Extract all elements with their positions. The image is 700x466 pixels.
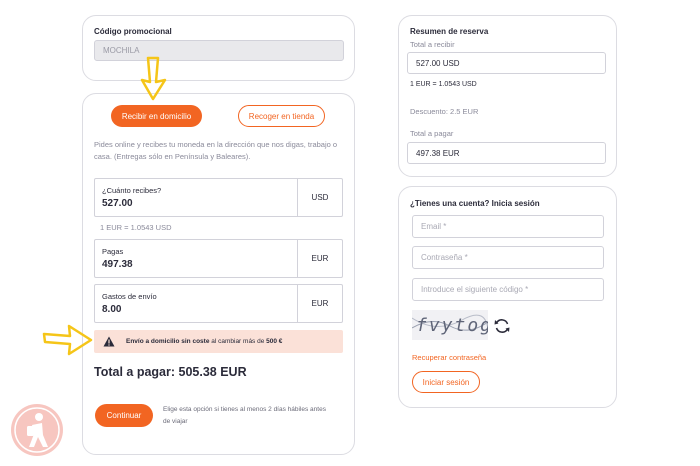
shipping-label: Gastos de envío bbox=[102, 292, 157, 301]
email-field[interactable]: Email * bbox=[412, 215, 604, 238]
login-button[interactable]: Iniciar sesión bbox=[412, 371, 480, 393]
login-card: ¿Tienes una cuenta? Inicia sesión Email … bbox=[398, 186, 617, 408]
captcha-text: fvytog bbox=[416, 315, 488, 336]
receive-currency: USD bbox=[297, 179, 342, 216]
captcha-image: fvytog bbox=[412, 310, 488, 340]
continue-button[interactable]: Continuar bbox=[95, 404, 153, 427]
summary-receive-label: Total a recibir bbox=[410, 40, 455, 49]
shipping-value: 8.00 bbox=[102, 304, 122, 315]
total-to-pay: Total a pagar: 505.38 EUR bbox=[94, 365, 247, 379]
pay-currency: EUR bbox=[297, 240, 342, 277]
shipping-cost-box: Gastos de envío 8.00 EUR bbox=[94, 284, 343, 323]
summary-rate: 1 EUR = 1.0543 USD bbox=[410, 81, 477, 88]
recover-password-link[interactable]: Recuperar contraseña bbox=[412, 353, 486, 362]
notice-amount: 500 € bbox=[266, 338, 283, 345]
summary-discount: Descuento: 2.5 EUR bbox=[410, 107, 479, 116]
promo-code-field[interactable]: MOCHILA bbox=[94, 40, 344, 61]
summary-receive-field: 527.00 USD bbox=[407, 52, 606, 74]
refresh-icon[interactable] bbox=[493, 317, 511, 335]
promo-label: Código promocional bbox=[94, 27, 172, 36]
free-shipping-notice: Envío a domicilio sin coste al cambiar m… bbox=[94, 330, 343, 353]
pay-value: 497.38 bbox=[102, 259, 133, 270]
warning-icon bbox=[103, 336, 115, 347]
notice-middle: al cambiar más de bbox=[209, 338, 267, 345]
pay-amount-box[interactable]: Pagas 497.38 EUR bbox=[94, 239, 343, 278]
brand-logo-icon bbox=[11, 404, 63, 456]
captcha-code-field[interactable]: Introduce el siguiente código * bbox=[412, 278, 604, 301]
pointer-arrow-down-icon bbox=[140, 56, 167, 101]
summary-card: Resumen de reserva Total a recibir 527.0… bbox=[398, 15, 617, 177]
password-field[interactable]: Contraseña * bbox=[412, 246, 604, 269]
notice-bold: Envío a domicilio sin coste bbox=[126, 338, 210, 345]
delivery-description: Pides online y recibes tu moneda en la d… bbox=[94, 140, 338, 161]
summary-pay-field: 497.38 EUR bbox=[407, 142, 606, 164]
receive-label: ¿Cuánto recibes? bbox=[102, 186, 162, 195]
login-title: ¿Tienes una cuenta? Inicia sesión bbox=[410, 199, 540, 208]
tab-home-delivery[interactable]: Recibir en domicilio bbox=[111, 105, 202, 127]
continue-note: Elige esta opción si tienes al menos 2 d… bbox=[163, 406, 326, 425]
receive-value: 527.00 bbox=[102, 198, 133, 209]
pay-label: Pagas bbox=[102, 247, 124, 256]
summary-pay-label: Total a pagar bbox=[410, 129, 454, 138]
promo-card: Código promocional MOCHILA bbox=[82, 15, 355, 81]
receive-amount-box[interactable]: ¿Cuánto recibes? 527.00 USD bbox=[94, 178, 343, 217]
summary-title: Resumen de reserva bbox=[410, 27, 489, 36]
delivery-card: Recibir en domicilio Recoger en tienda P… bbox=[82, 93, 355, 455]
notice-text: Envío a domicilio sin coste al cambiar m… bbox=[126, 338, 282, 345]
exchange-rate: 1 EUR = 1.0543 USD bbox=[100, 223, 172, 232]
shipping-currency: EUR bbox=[297, 285, 342, 322]
tab-store-pickup[interactable]: Recoger en tienda bbox=[238, 105, 325, 127]
pointer-arrow-right-icon bbox=[42, 324, 93, 356]
